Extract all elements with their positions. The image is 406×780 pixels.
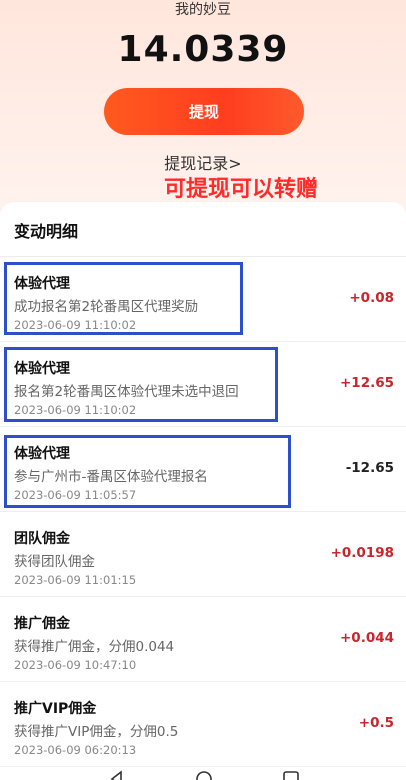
list-item[interactable]: 推广佣金 获得推广佣金，分佣0.044 2023-06-09 10:47:10 … bbox=[0, 597, 406, 682]
item-amount: +0.0198 bbox=[330, 545, 394, 561]
item-amount: +0.08 bbox=[349, 290, 394, 306]
item-time: 2023-06-09 10:47:10 bbox=[14, 658, 137, 672]
item-title: 团队佣金 bbox=[14, 531, 70, 547]
item-description: 获得推广佣金，分佣0.044 bbox=[14, 639, 175, 655]
list-item[interactable]: 体验代理 参与广州市-番禺区体验代理报名 2023-06-09 11:05:57… bbox=[0, 427, 406, 512]
list-item[interactable]: 体验代理 成功报名第2轮番禺区代理奖励 2023-06-09 11:10:02 … bbox=[0, 257, 406, 342]
back-icon[interactable] bbox=[108, 770, 126, 780]
recents-icon[interactable] bbox=[282, 770, 300, 780]
item-description: 参与广州市-番禺区体验代理报名 bbox=[14, 469, 208, 485]
item-time: 2023-06-09 11:10:02 bbox=[14, 318, 137, 332]
item-title: 体验代理 bbox=[14, 361, 70, 377]
item-title: 体验代理 bbox=[14, 276, 70, 292]
item-description: 获得推广VIP佣金，分佣0.5 bbox=[14, 724, 179, 740]
balance-value: 14.0339 bbox=[117, 29, 289, 70]
item-amount: -12.65 bbox=[345, 460, 394, 476]
balance-label: 我的妙豆 bbox=[175, 2, 231, 18]
item-amount: +0.044 bbox=[339, 630, 394, 646]
item-description: 获得团队佣金 bbox=[14, 554, 95, 570]
system-navbar bbox=[0, 766, 406, 780]
item-amount: +12.65 bbox=[339, 375, 394, 391]
item-description: 成功报名第2轮番禺区代理奖励 bbox=[14, 299, 199, 315]
list-item[interactable]: 推广VIP佣金 获得推广VIP佣金，分佣0.5 2023-06-09 06:20… bbox=[0, 682, 406, 767]
withdraw-button[interactable]: 提现 bbox=[104, 88, 304, 135]
balance-header: 我的妙豆 14.0339 提现 提现记录> 可提现可以转赠 bbox=[0, 0, 406, 230]
item-amount: +0.5 bbox=[358, 715, 394, 731]
item-time: 2023-06-09 11:05:57 bbox=[14, 488, 137, 502]
list-item[interactable]: 团队佣金 获得团队佣金 2023-06-09 11:01:15 +0.0198 bbox=[0, 512, 406, 597]
item-time: 2023-06-09 11:10:02 bbox=[14, 403, 137, 417]
item-description: 报名第2轮番禺区体验代理未选中退回 bbox=[14, 384, 239, 400]
item-title: 推广佣金 bbox=[14, 616, 70, 632]
details-panel: 变动明细 体验代理 成功报名第2轮番禺区代理奖励 2023-06-09 11:1… bbox=[0, 202, 406, 780]
details-title: 变动明细 bbox=[14, 222, 79, 241]
annotation-text: 可提现可以转赠 bbox=[164, 177, 319, 202]
item-time: 2023-06-09 06:20:13 bbox=[14, 743, 137, 757]
item-title: 体验代理 bbox=[14, 446, 70, 462]
item-time: 2023-06-09 11:01:15 bbox=[14, 573, 137, 587]
item-title: 推广VIP佣金 bbox=[14, 701, 97, 717]
home-icon[interactable] bbox=[195, 770, 213, 780]
list-item[interactable]: 体验代理 报名第2轮番禺区体验代理未选中退回 2023-06-09 11:10:… bbox=[0, 342, 406, 427]
